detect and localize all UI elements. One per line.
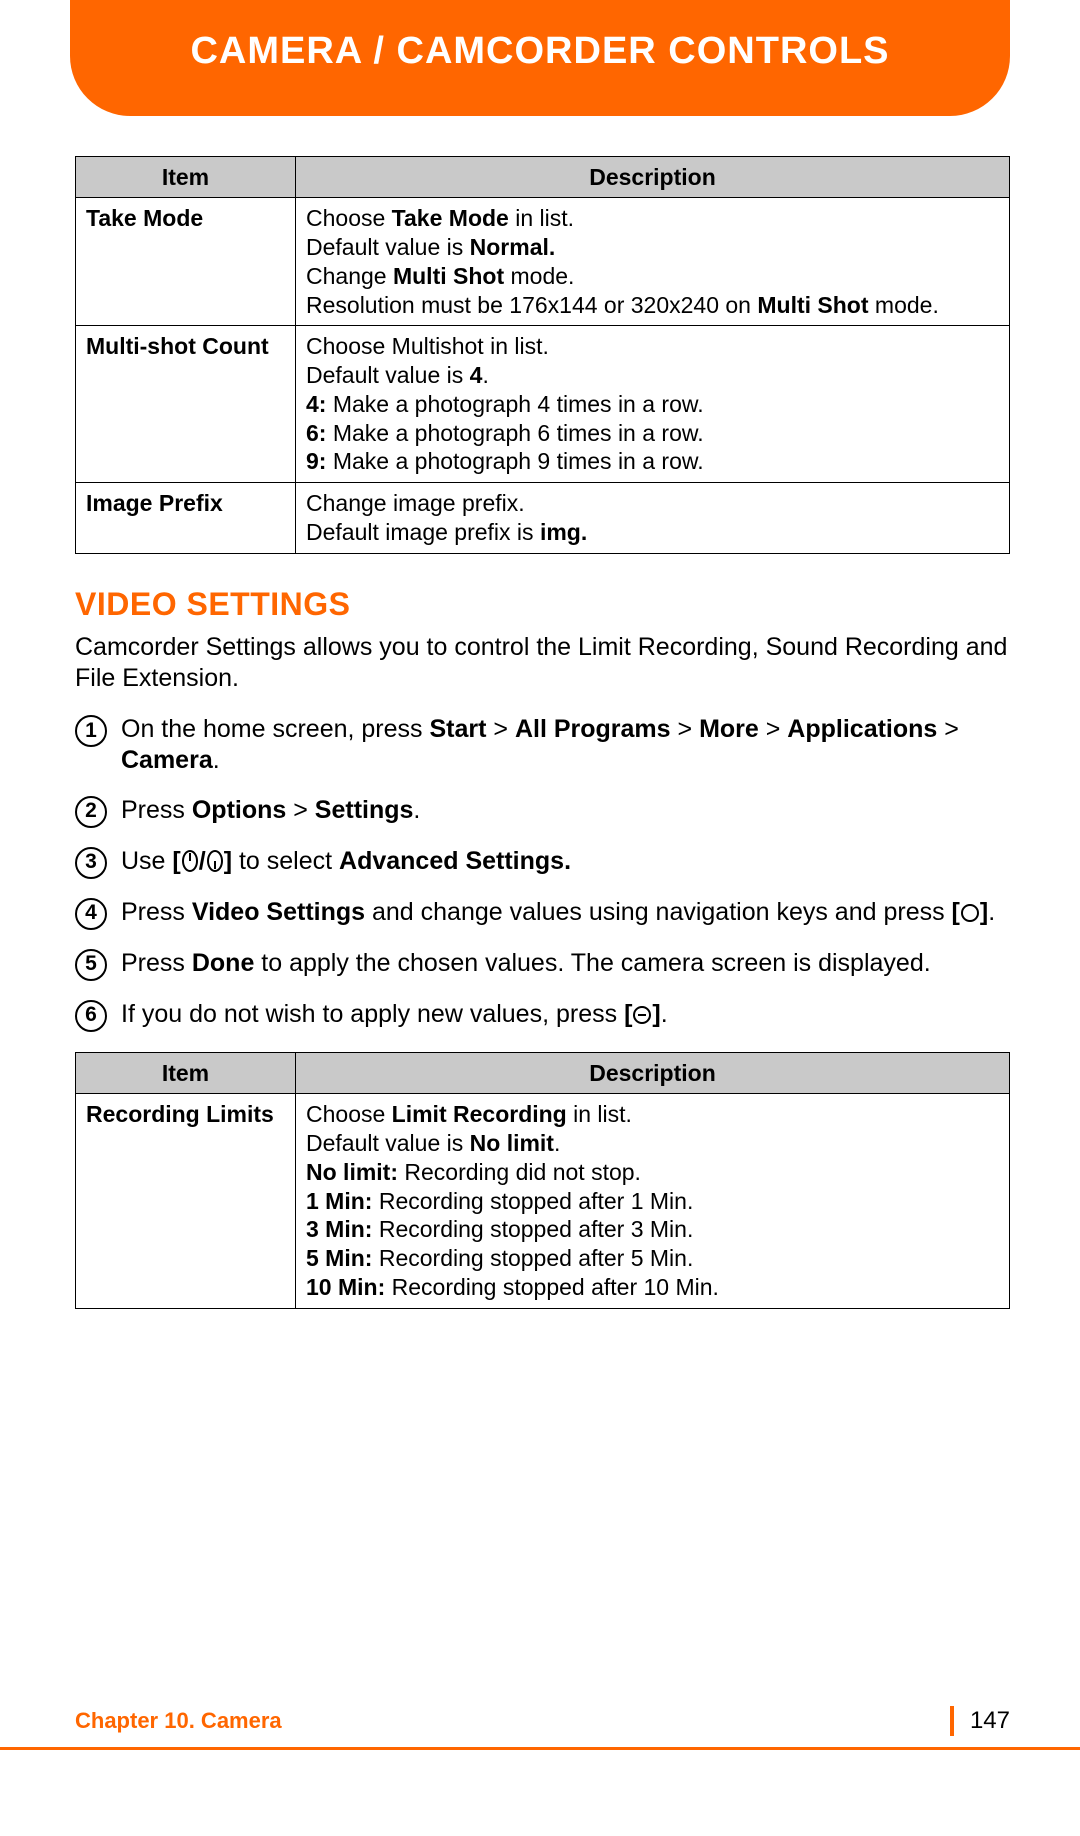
- table2-header-item: Item: [76, 1052, 296, 1094]
- step-item: 5 Press Done to apply the chosen values.…: [75, 948, 1010, 981]
- step-number-icon: 5: [75, 949, 107, 981]
- page-title: CAMERA / CAMCORDER CONTROLS: [190, 30, 889, 72]
- page-title-tab: CAMERA / CAMCORDER CONTROLS: [70, 0, 1010, 116]
- section-intro: Camcorder Settings allows you to control…: [75, 632, 1010, 695]
- reference-table-1: Item Description Take Mode Choose Take M…: [75, 156, 1010, 554]
- table-row: Multi-shot Count Choose Multishot in lis…: [76, 326, 1010, 483]
- table1-item: Multi-shot Count: [76, 326, 296, 483]
- steps-list: 1 On the home screen, press Start > All …: [75, 714, 1010, 1032]
- table-row: Recording Limits Choose Limit Recording …: [76, 1094, 1010, 1308]
- table-row: Take Mode Choose Take Mode in list.Defau…: [76, 198, 1010, 326]
- table2-header-desc: Description: [296, 1052, 1010, 1094]
- table1-item: Take Mode: [76, 198, 296, 326]
- page-content: Item Description Take Mode Choose Take M…: [0, 116, 1080, 1309]
- section-heading: VIDEO SETTINGS: [75, 584, 1010, 624]
- table1-desc: Choose Multishot in list.Default value i…: [296, 326, 1010, 483]
- step-number-icon: 4: [75, 898, 107, 930]
- reference-table-2: Item Description Recording Limits Choose…: [75, 1052, 1010, 1309]
- table1-item: Image Prefix: [76, 483, 296, 554]
- table2-item: Recording Limits: [76, 1094, 296, 1308]
- table1-header-item: Item: [76, 156, 296, 198]
- page-footer: Chapter 10. Camera 147: [0, 1706, 1080, 1736]
- step-item: 1 On the home screen, press Start > All …: [75, 714, 1010, 777]
- step-number-icon: 2: [75, 796, 107, 828]
- step-item: 4 Press Video Settings and change values…: [75, 897, 1010, 930]
- step-item: 3 Use [/] to select Advanced Settings.: [75, 846, 1010, 879]
- step-text: Press Video Settings and change values u…: [121, 897, 1010, 928]
- chapter-label: Chapter 10. Camera: [75, 1707, 282, 1735]
- step-number-icon: 1: [75, 715, 107, 747]
- step-number-icon: 3: [75, 847, 107, 879]
- step-text: Use [/] to select Advanced Settings.: [121, 846, 1010, 877]
- table2-desc: Choose Limit Recording in list.Default v…: [296, 1094, 1010, 1308]
- step-text: Press Options > Settings.: [121, 795, 1010, 826]
- table1-desc: Change image prefix.Default image prefix…: [296, 483, 1010, 554]
- table1-body: Take Mode Choose Take Mode in list.Defau…: [76, 198, 1010, 553]
- table2-body: Recording Limits Choose Limit Recording …: [76, 1094, 1010, 1308]
- table1-desc: Choose Take Mode in list.Default value i…: [296, 198, 1010, 326]
- step-text: If you do not wish to apply new values, …: [121, 999, 1010, 1030]
- step-item: 2 Press Options > Settings.: [75, 795, 1010, 828]
- step-text: On the home screen, press Start > All Pr…: [121, 714, 1010, 777]
- page-number: 147: [950, 1706, 1010, 1736]
- footer-rule: [0, 1747, 1080, 1750]
- step-number-icon: 6: [75, 1000, 107, 1032]
- step-item: 6 If you do not wish to apply new values…: [75, 999, 1010, 1032]
- table-row: Image Prefix Change image prefix.Default…: [76, 483, 1010, 554]
- step-text: Press Done to apply the chosen values. T…: [121, 948, 1010, 979]
- table1-header-desc: Description: [296, 156, 1010, 198]
